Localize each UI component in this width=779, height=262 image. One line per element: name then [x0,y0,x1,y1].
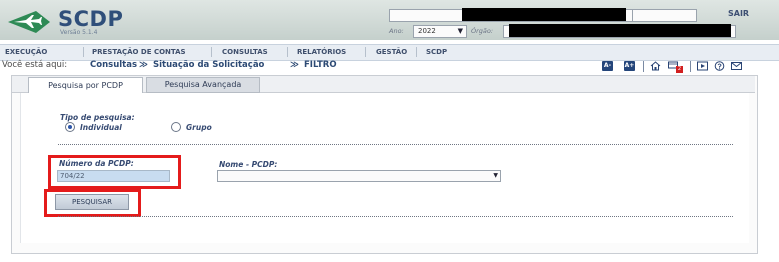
home-icon[interactable] [650,61,661,71]
menu-item-gestao[interactable]: GESTÃO [376,48,407,56]
breadcrumb-item-situacao[interactable]: Situação da Solicitação [153,60,264,70]
breadcrumb-item-consultas[interactable]: Consultas [90,60,137,70]
menu-divider [83,47,84,57]
radio-individual[interactable] [65,122,75,132]
pcdp-name-label: Nome - PCDP: [219,160,278,169]
video-play-icon[interactable] [697,61,708,71]
tab-pesquisa-avancada[interactable]: Pesquisa Avançada [146,77,260,93]
menu-divider [365,47,366,57]
pcdp-number-input[interactable]: 704/22 [57,170,170,182]
year-label: Ano: [389,27,404,35]
breadcrumb-item-filtro: FILTRO [304,60,337,70]
breadcrumb: Você está aqui: Consultas ≫ Situação da … [0,60,779,73]
dotted-divider [58,144,733,145]
search-type-label: Tipo de pesquisa: [60,113,135,122]
radio-grupo-label: Grupo [186,123,212,132]
chevron-down-icon: ▼ [493,172,498,179]
version-label: Versão 5.1.4 [60,29,98,36]
toolbar-divider [690,61,691,72]
mail-icon[interactable] [731,61,742,71]
breadcrumb-separator: ≫ [290,60,299,70]
logout-link[interactable]: SAIR [728,9,749,18]
menu-item-prestacao-de-contas[interactable]: PRESTAÇÃO DE CONTAS [92,48,186,56]
menu-item-consultas[interactable]: CONSULTAS [222,48,268,56]
radio-grupo[interactable] [171,122,181,132]
dotted-divider [58,216,733,217]
search-button[interactable]: PESQUISAR [55,194,129,210]
pcdp-number-value: 704/22 [60,172,85,180]
pcdp-name-select[interactable]: ▼ [217,170,501,182]
year-value: 2022 [418,27,436,35]
menu-item-relatorios[interactable]: RELATÓRIOS [297,48,346,56]
redacted-user-info [462,8,626,21]
menu-item-scdp[interactable]: SCDP [426,48,447,56]
redacted-org-info [509,24,731,37]
airplane-logo-icon [8,11,50,33]
menu-divider [211,47,212,57]
toolbar-divider [643,61,644,72]
main-menu: EXECUÇÃO PRESTAÇÃO DE CONTAS CONSULTAS R… [0,44,779,61]
pcdp-number-label: Número da PCDP: [59,159,134,168]
chevron-down-icon: ▼ [457,27,463,35]
radio-individual-label: Individual [80,123,122,132]
brand-title: SCDP [58,7,124,31]
font-decrease-button[interactable]: A- [602,61,613,71]
menu-item-execucao[interactable]: EXECUÇÃO [5,48,47,56]
tab-pesquisa-por-pcdp[interactable]: Pesquisa por PCDP [28,77,143,94]
font-increase-button[interactable]: A+ [624,61,635,71]
breadcrumb-separator: ≫ [139,60,148,70]
notification-badge: 2 [676,66,683,73]
org-label: Órgão: [471,27,494,35]
menu-divider [416,47,417,57]
user-info-box-secondary [632,9,697,22]
year-select[interactable]: 2022 ▼ [413,25,467,38]
breadcrumb-label: Você está aqui: [2,60,68,70]
help-icon[interactable] [714,61,725,71]
menu-divider [287,47,288,57]
